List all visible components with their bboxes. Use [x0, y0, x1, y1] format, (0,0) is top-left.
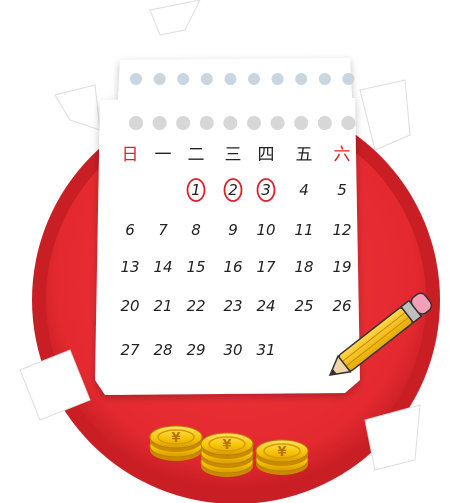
- binding-hole: [247, 116, 261, 130]
- calendar-day: 7: [158, 221, 168, 239]
- calendar-day: 17: [256, 258, 276, 276]
- calendar-illustration: 日一二三四五六 1 2 3 4 56 7 8 9 10 11 1213 14 15 16 17 18 1920 2…: [19, 0, 440, 503]
- calendar-day: 5: [337, 181, 347, 199]
- binding-hole: [153, 73, 166, 85]
- calendar-day: 21: [153, 297, 172, 315]
- binding-hole: [270, 116, 285, 130]
- calendar-day: 23: [223, 297, 242, 315]
- calendar-day: 10: [256, 221, 275, 239]
- binding-hole: [199, 116, 214, 130]
- weekday-label: 六: [334, 145, 351, 165]
- calendar-day: 11: [294, 221, 313, 239]
- calendar-day: 30: [223, 341, 242, 359]
- binding-hole: [177, 73, 190, 85]
- binding-hole: [224, 73, 237, 85]
- binding-hole: [248, 73, 260, 85]
- calendar-day: 16: [223, 258, 242, 276]
- calendar-day: 24: [256, 297, 275, 315]
- calendar-day: 19: [332, 258, 351, 276]
- binding-hole: [318, 73, 331, 85]
- calendar-day: 18: [294, 258, 313, 276]
- weekday-label: 一: [155, 145, 172, 165]
- calendar-day: 6: [125, 221, 135, 239]
- calendar-day: 2: [228, 181, 238, 199]
- calendar-day: 12: [332, 221, 351, 239]
- calendar-day: 9: [228, 221, 238, 239]
- calendar-day: 31: [256, 341, 275, 359]
- weekday-label: 二: [188, 145, 205, 165]
- calendar-day: 27: [120, 341, 140, 359]
- weekday-label: 五: [296, 145, 313, 165]
- binding-hole: [129, 116, 143, 130]
- binding-hole: [200, 73, 213, 85]
- calendar-day: 13: [120, 258, 139, 276]
- binding-hole: [294, 116, 309, 130]
- binding-hole: [176, 116, 191, 130]
- yuan-coin-icon: ¥: [171, 431, 180, 446]
- calendar-day: 28: [153, 341, 172, 359]
- binding-hole: [271, 73, 284, 85]
- calendar-day: 8: [191, 221, 201, 239]
- binding-hole: [342, 73, 355, 85]
- calendar-day: 29: [186, 341, 205, 359]
- calendar-day: 20: [120, 297, 139, 315]
- weekday-label: 四: [258, 145, 275, 165]
- calendar-day: 14: [153, 258, 172, 276]
- yuan-coin-icon: ¥: [277, 445, 286, 460]
- weekday-label: 三: [225, 145, 242, 165]
- binding-hole: [317, 116, 332, 130]
- binding-hole: [295, 73, 308, 85]
- binding-hole: [223, 116, 238, 130]
- calendar-day: 3: [261, 181, 271, 199]
- binding-hole: [130, 73, 142, 85]
- binding-hole: [152, 116, 167, 130]
- calendar-day: 22: [186, 297, 205, 315]
- weekday-label: 日: [122, 145, 139, 165]
- calendar-day: 25: [294, 297, 313, 315]
- yuan-coin-icon: ¥: [222, 438, 231, 453]
- calendar-day: 1: [191, 181, 201, 199]
- calendar-day: 15: [186, 258, 205, 276]
- calendar-day: 26: [332, 297, 351, 315]
- calendar-day: 4: [299, 181, 309, 199]
- binding-hole: [341, 116, 356, 130]
